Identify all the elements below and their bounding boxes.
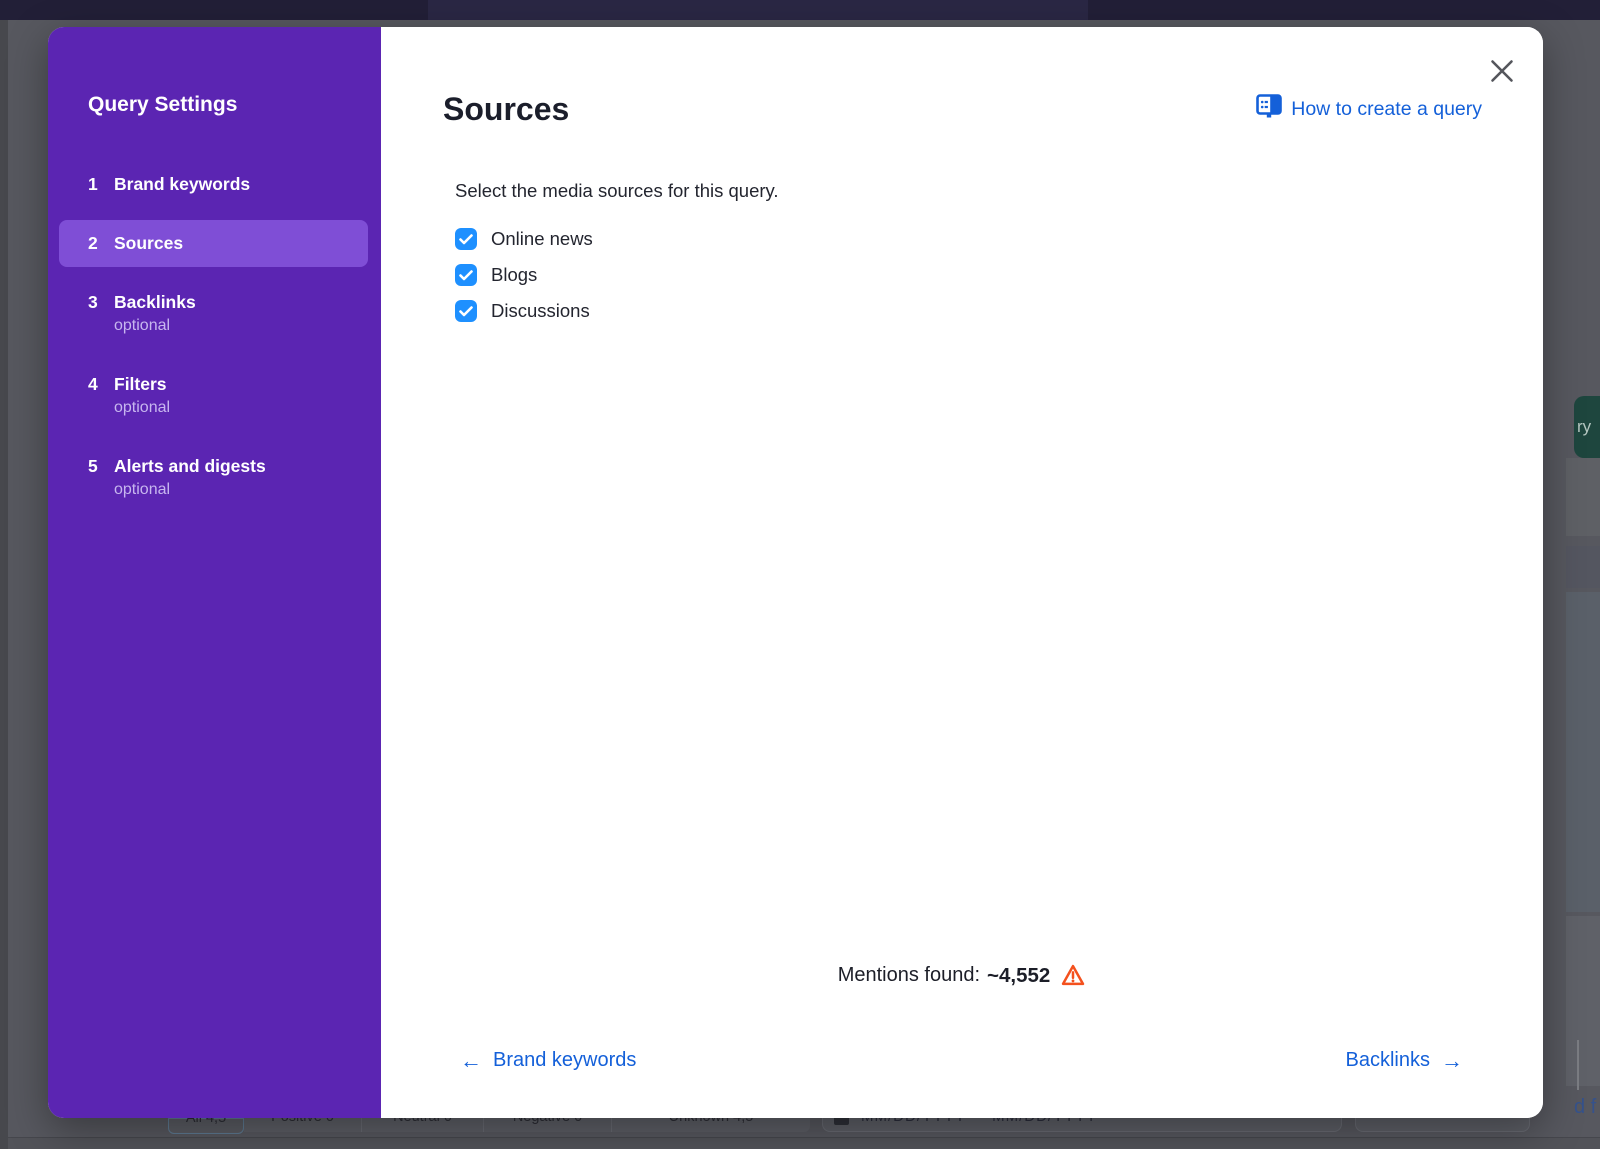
query-settings-modal: Query Settings 1 Brand keywords 2 Source…	[48, 27, 1543, 1118]
page-title: Sources	[443, 90, 569, 128]
dropdown-dimmed	[1355, 1118, 1530, 1132]
how-to-create-query-link[interactable]: How to create a query	[1256, 94, 1482, 124]
mentions-found-status: Mentions found: ~4,552	[381, 961, 1543, 990]
step-brand-keywords[interactable]: 1 Brand keywords	[59, 161, 368, 208]
checkbox-row-blogs[interactable]: Blogs	[455, 264, 1543, 286]
query-settings-sidebar: Query Settings 1 Brand keywords 2 Source…	[48, 27, 381, 1118]
modal-content: Sources How to create a quer	[381, 27, 1543, 1118]
background-panel	[1566, 916, 1600, 1086]
app-left-edge	[0, 20, 8, 1149]
screen: All 4,5 Positive 0 Neutral 0 Negative 0 …	[0, 0, 1600, 1149]
sentiment-tab-bar-dimmed: All 4,5 Positive 0 Neutral 0 Negative 0 …	[168, 1118, 810, 1133]
sources-description: Select the media sources for this query.	[455, 180, 1543, 202]
checkbox-row-online-news[interactable]: Online news	[455, 228, 1543, 250]
optional-tag: optional	[114, 480, 266, 500]
content-header: Sources How to create a quer	[443, 27, 1482, 128]
steps-nav: 1 Brand keywords 2 Sources 3 Backlinks o…	[59, 161, 368, 513]
browser-top-bar-segment	[428, 0, 1088, 20]
next-backlinks-link[interactable]: Backlinks →	[1346, 1049, 1463, 1072]
edit-query-button-dimmed: ry	[1574, 396, 1600, 458]
tab-unknown-dimmed: Unknown 4,5	[612, 1118, 810, 1132]
background-panel	[1566, 592, 1600, 912]
tab-neutral-dimmed: Neutral 0	[362, 1118, 484, 1132]
tab-positive-dimmed: Positive 0	[244, 1118, 362, 1132]
step-sources[interactable]: 2 Sources	[59, 220, 368, 267]
sources-checkbox-list: Online news Blogs Discussions	[455, 228, 1543, 322]
background-area	[8, 1138, 1600, 1149]
arrow-right-icon: →	[1441, 1051, 1463, 1071]
step-filters[interactable]: 4 Filters optional	[59, 361, 368, 431]
step-backlinks[interactable]: 3 Backlinks optional	[59, 279, 368, 349]
background-divider	[1577, 1040, 1579, 1090]
close-icon[interactable]	[1488, 57, 1516, 85]
step-alerts-digests[interactable]: 5 Alerts and digests optional	[59, 443, 368, 513]
optional-tag: optional	[114, 398, 170, 418]
checkbox-checked-icon[interactable]	[455, 264, 477, 286]
tab-negative-dimmed: Negative 0	[484, 1118, 612, 1132]
arrow-left-icon: ←	[460, 1051, 482, 1071]
background-panel	[1566, 458, 1600, 536]
sidebar-title: Query Settings	[88, 92, 368, 117]
how-to-create-query-label: How to create a query	[1291, 98, 1482, 121]
date-range-picker-dimmed: MM/DD/YYYY — MM/DD/YYYY	[822, 1118, 1342, 1132]
optional-tag: optional	[114, 316, 196, 336]
browser-top-bar	[0, 0, 1600, 20]
checkbox-checked-icon[interactable]	[455, 300, 477, 322]
tab-all-dimmed: All 4,5	[168, 1118, 244, 1134]
footer-navigation: ← Brand keywords Backlinks →	[460, 1049, 1463, 1072]
feedback-link-dimmed: d f	[1574, 1096, 1596, 1119]
warning-icon	[1060, 963, 1086, 992]
checkbox-checked-icon[interactable]	[455, 228, 477, 250]
checkbox-row-discussions[interactable]: Discussions	[455, 300, 1543, 322]
book-icon	[1256, 94, 1282, 124]
background-panel	[1566, 546, 1600, 588]
back-brand-keywords-link[interactable]: ← Brand keywords	[460, 1049, 636, 1072]
